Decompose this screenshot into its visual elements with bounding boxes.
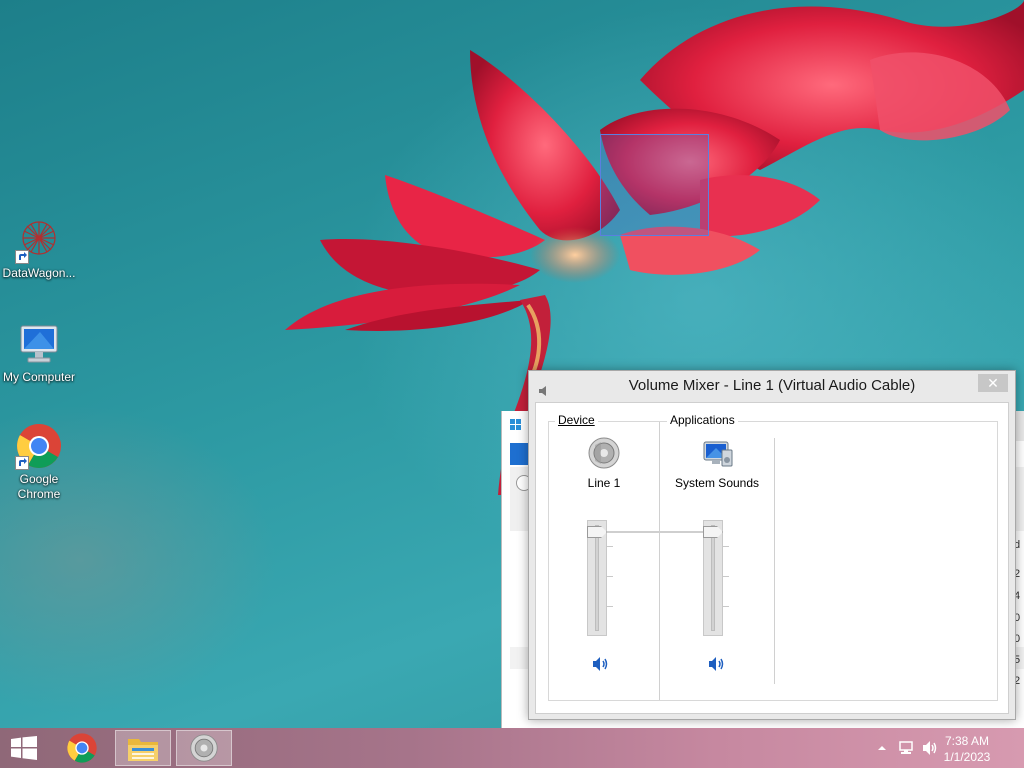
close-button[interactable]: ✕: [978, 374, 1008, 392]
speaker-icon: [537, 379, 551, 396]
system-sounds-icon[interactable]: [700, 436, 734, 470]
mixer-content: Device Applications Line 1 System Sounds: [535, 402, 1009, 714]
file-explorer-taskbar-button[interactable]: [115, 730, 171, 766]
desktop-selection-rectangle: [600, 134, 709, 236]
chrome-icon: [67, 733, 97, 763]
section-divider: [659, 422, 660, 700]
desktop-icon-label-line1: Google: [19, 472, 59, 486]
speaker-icon[interactable]: [587, 436, 621, 470]
channel-system-sounds: System Sounds: [662, 436, 772, 490]
volume-icon: [593, 657, 608, 671]
folder-icon: [128, 739, 158, 761]
channel-line-1: Line 1: [549, 436, 659, 490]
windows-logo-icon: [11, 736, 37, 760]
title-bar[interactable]: Volume Mixer - Line 1 (Virtual Audio Cab…: [529, 371, 1015, 401]
slider-link-line: [607, 531, 703, 533]
slider-tick: [607, 546, 613, 547]
desktop-icon-my-computer[interactable]: My Computer: [0, 320, 78, 385]
chrome-taskbar-button[interactable]: [54, 730, 110, 766]
clock[interactable]: 7:38 AM 1/1/2023: [932, 733, 1002, 765]
datawagon-icon: [15, 216, 63, 264]
mute-button-line-1[interactable]: [592, 656, 610, 672]
start-button[interactable]: [0, 730, 48, 766]
device-group-label: Device: [555, 413, 598, 427]
window-app-icon: [510, 419, 522, 431]
chrome-icon: [15, 422, 63, 470]
speaker-icon: [190, 734, 218, 762]
slider-tick: [723, 546, 729, 547]
desktop-icon-datawagon[interactable]: DataWagon...: [0, 216, 78, 281]
window-title: Volume Mixer - Line 1 (Virtual Audio Cab…: [628, 377, 916, 394]
show-hidden-icons-icon[interactable]: [874, 740, 890, 756]
desktop-icon-label: My Computer: [2, 370, 76, 384]
clock-time: 7:38 AM: [944, 734, 990, 748]
channel-name: Line 1: [587, 476, 621, 490]
desktop-icon-label-line2: Chrome: [17, 487, 61, 501]
network-icon[interactable]: [898, 740, 914, 756]
channel-name: System Sounds: [674, 476, 760, 490]
selected-nav-item[interactable]: [510, 443, 530, 465]
slider-tick: [607, 606, 613, 607]
taskbar: 7:38 AM 1/1/2023: [0, 728, 1024, 768]
desktop-icon-google-chrome[interactable]: Google Chrome: [0, 422, 78, 502]
clock-date: 1/1/2023: [943, 750, 991, 764]
volume-icon: [709, 657, 724, 671]
volume-mixer-window[interactable]: Volume Mixer - Line 1 (Virtual Audio Cab…: [528, 370, 1016, 720]
desktop-icon-label: DataWagon...: [2, 266, 76, 280]
slider-tick: [723, 606, 729, 607]
shortcut-arrow-icon: [15, 250, 29, 264]
computer-icon: [15, 320, 63, 368]
shortcut-arrow-icon: [15, 456, 29, 470]
volume-mixer-taskbar-button[interactable]: [176, 730, 232, 766]
mixer-channels-panel: Device Applications Line 1 System Sounds: [548, 413, 998, 701]
slider-tick: [607, 576, 613, 577]
channel-divider: [774, 438, 775, 684]
mute-button-system-sounds[interactable]: [708, 656, 726, 672]
slider-tick: [723, 576, 729, 577]
applications-group-label: Applications: [667, 413, 738, 427]
